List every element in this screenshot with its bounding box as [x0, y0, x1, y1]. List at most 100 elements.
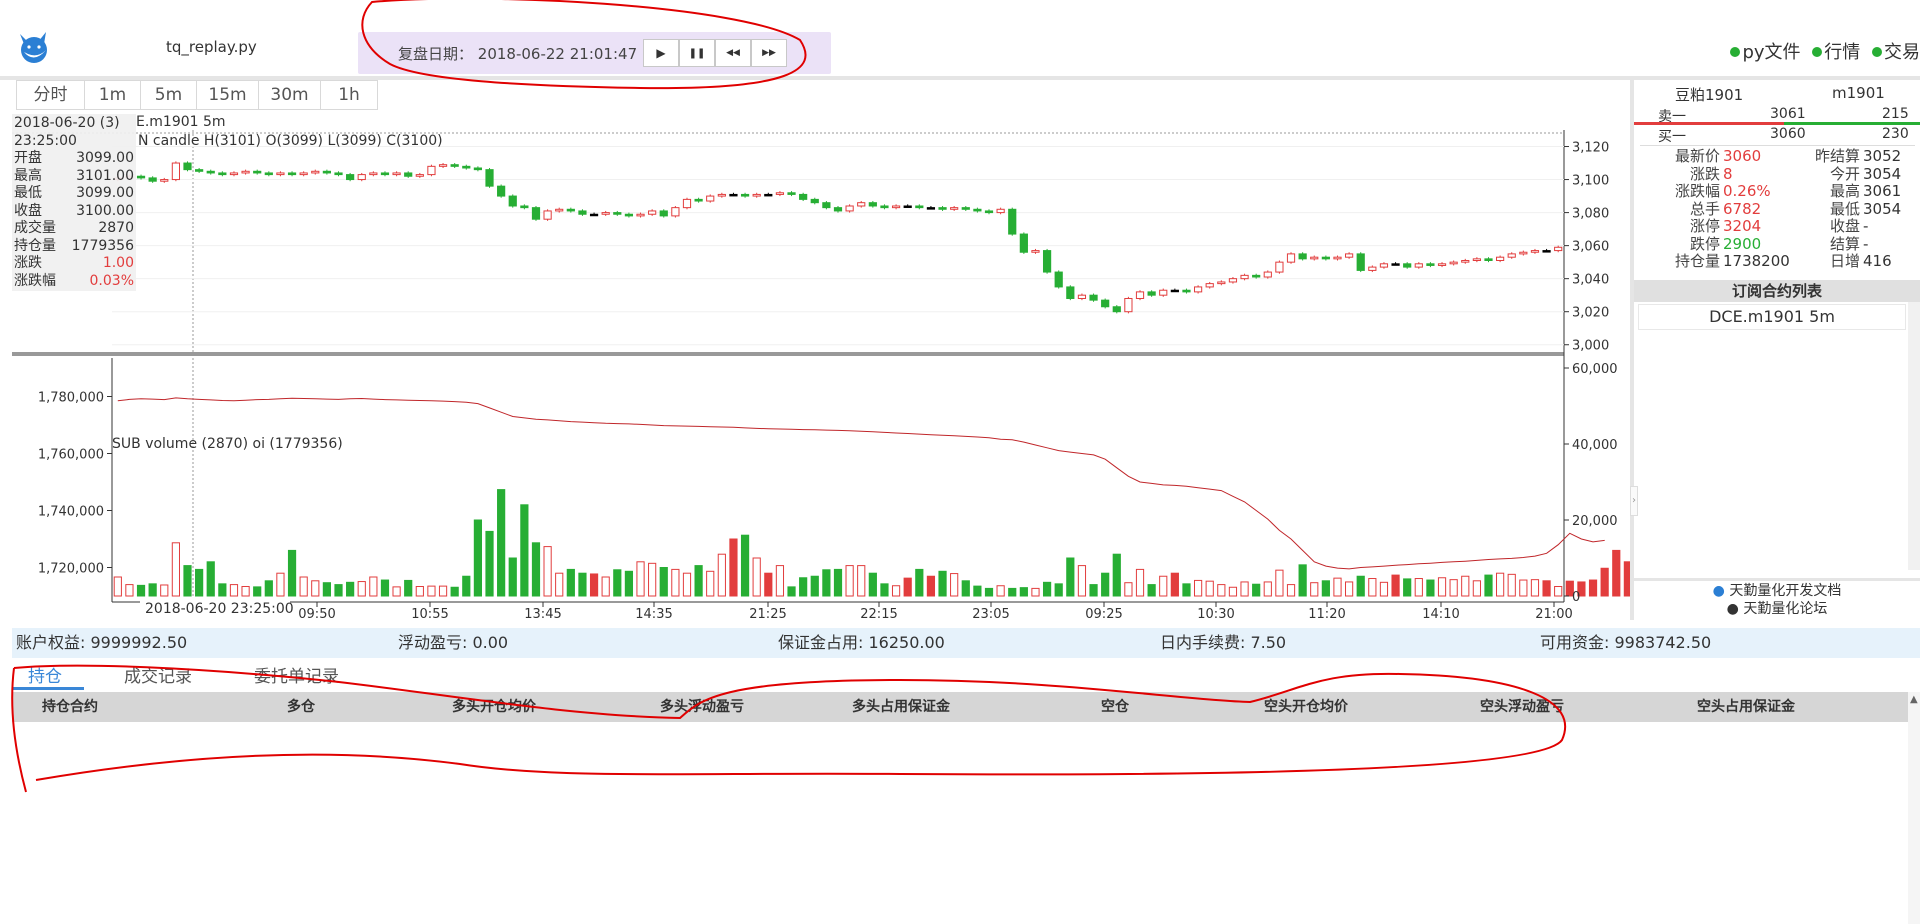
candle-body	[427, 165, 436, 176]
stat-label: 涨停	[1689, 217, 1720, 235]
volume-bar	[1379, 581, 1389, 597]
stat-value: 3054	[1863, 164, 1902, 183]
volume-bar	[1554, 586, 1563, 597]
tab-trades[interactable]: 成交记录	[124, 662, 192, 687]
pause-button[interactable]: ❚❚	[679, 39, 715, 67]
volume-bar	[1588, 579, 1598, 597]
stat-row: 涨跌 8 今开 3054	[1650, 164, 1920, 184]
volume-bar	[648, 562, 657, 597]
subscription-scrollbar[interactable]	[1908, 302, 1920, 570]
candle-body	[1019, 233, 1028, 253]
candle-body	[1298, 253, 1307, 260]
candle-body	[1066, 286, 1075, 299]
candle-body	[171, 162, 180, 181]
stat-value: 8	[1723, 164, 1733, 183]
candle-body	[1031, 250, 1040, 253]
candle-body	[1240, 274, 1249, 280]
volume-bar	[857, 565, 866, 597]
account-equity: 账户权益: 9999992.50	[16, 633, 188, 652]
volume-bar	[276, 572, 285, 597]
candle-body	[601, 212, 610, 215]
stat-value: -	[1863, 234, 1869, 253]
app-title: tq_replay.py	[166, 38, 257, 56]
candle-body	[787, 192, 796, 195]
right-panel-divider	[1630, 80, 1634, 620]
volume-bar	[1054, 583, 1063, 597]
volume-bar	[996, 585, 1005, 597]
volume-bar	[287, 549, 297, 597]
volume-bar	[160, 584, 169, 597]
col-long-float-pnl: 多头浮动盈亏	[660, 699, 744, 715]
period-tab-timeshare[interactable]: 分时	[17, 81, 85, 109]
nav-link-market[interactable]: 行情	[1812, 42, 1860, 63]
volume-bar	[113, 576, 122, 597]
oi-tick-label: 1,740,000	[38, 505, 104, 520]
play-button[interactable]: ▶	[643, 39, 679, 67]
forum-link[interactable]: ● 天勤量化论坛	[1634, 600, 1920, 618]
stat-row: 总手 6782 最低 3054	[1650, 199, 1920, 219]
volume-bar	[764, 572, 773, 597]
volume-bar	[1205, 580, 1214, 597]
candle-body	[1263, 271, 1272, 278]
candle-body	[845, 205, 854, 212]
candle-body	[160, 179, 169, 182]
info-row: 成交量 2870	[14, 220, 134, 238]
col-long-qty: 多仓	[287, 699, 315, 715]
volume-bar	[1077, 565, 1087, 597]
volume-bar	[1275, 569, 1284, 597]
volume-bar	[891, 585, 901, 597]
candle-body	[752, 193, 761, 197]
subscription-item[interactable]: DCE.m1901 5m	[1638, 304, 1906, 330]
tab-positions[interactable]: 持仓	[28, 662, 62, 687]
volume-bar	[311, 580, 320, 597]
volume-bar	[973, 585, 982, 597]
nav-link-trade[interactable]: 交易	[1872, 42, 1920, 63]
bid-price: 3060	[1770, 126, 1806, 142]
stat-value: 1738200	[1723, 252, 1790, 270]
scroll-up-icon[interactable]: ▲	[1910, 694, 1918, 705]
volume-bar	[1217, 584, 1226, 597]
volume-bar	[543, 546, 552, 597]
stat-value: 3054	[1863, 199, 1902, 218]
tab-orders[interactable]: 委托单记录	[254, 662, 339, 687]
time-tick-label: 22:15	[860, 607, 897, 622]
collapse-chevron-icon[interactable]: ›	[1630, 486, 1638, 516]
rewind-button[interactable]: ◀◀	[715, 39, 751, 67]
volume-bar	[531, 542, 541, 597]
info-value: 1779356	[71, 237, 134, 254]
annotation-circle-table	[11, 664, 1567, 793]
volume-bar	[589, 573, 599, 597]
header-nav: py文件 行情 交易	[1724, 38, 1920, 64]
float-pnl: 浮动盈亏: 0.00	[398, 633, 509, 652]
candle-body	[136, 175, 146, 179]
volume-bar	[334, 584, 343, 597]
candle-body	[938, 207, 947, 210]
volume-bar	[799, 577, 808, 597]
candle-body	[1089, 294, 1098, 301]
volume-bar	[485, 530, 494, 597]
period-tab-1m[interactable]: 1m	[85, 81, 141, 109]
doc-link[interactable]: ● 天勤量化开发文档	[1634, 582, 1920, 600]
period-tab-5m[interactable]: 5m	[141, 81, 197, 109]
time-tick-label: 10:55	[411, 607, 448, 622]
volume-bar	[1449, 579, 1458, 597]
volume-bar	[125, 584, 134, 597]
period-tab-30m[interactable]: 30m	[259, 81, 321, 109]
stat-label: 昨结算	[1814, 147, 1860, 165]
period-tab-15m[interactable]: 15m	[197, 81, 259, 109]
volume-bar	[1089, 584, 1098, 597]
period-tab-1h[interactable]: 1h	[321, 81, 377, 109]
kline-chart[interactable]: 3,120 3,100 3,080 3,060 3,040 3,020 3,000 60,0…	[0, 110, 1630, 628]
stat-label: 持仓量	[1674, 252, 1720, 270]
info-label: 收盘	[14, 202, 42, 219]
candle-body	[1275, 261, 1284, 273]
candle-body	[404, 172, 413, 177]
volume-bar	[1356, 575, 1365, 597]
candle-body	[183, 162, 192, 171]
candle-body	[450, 164, 459, 167]
info-value: 2870	[98, 220, 134, 236]
candle-body	[775, 192, 785, 195]
table-scrollbar[interactable]	[1908, 692, 1920, 924]
nav-link-py-file[interactable]: py文件	[1730, 42, 1801, 63]
fast-forward-button[interactable]: ▶▶	[751, 39, 787, 67]
